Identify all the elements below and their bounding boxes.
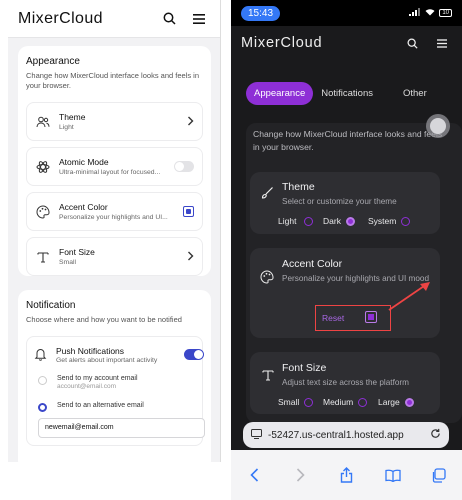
bookmarks-icon[interactable] (383, 465, 403, 485)
bell-icon (34, 347, 47, 366)
status-bar: 15:43 10 (231, 0, 462, 26)
reload-icon[interactable] (430, 426, 441, 444)
notification-desc: Choose where and how you want to be noti… (26, 315, 182, 324)
chevron-right-icon (187, 248, 194, 266)
app-logo[interactable]: MixerCloud (18, 10, 150, 28)
font-size-label: Font Size (59, 247, 95, 257)
text-icon (262, 370, 274, 381)
light-screen: MixerCloud Appearance Change how MixerCl… (8, 0, 221, 462)
header: MixerCloud (8, 0, 220, 38)
font-option-small[interactable]: Small (278, 397, 314, 407)
radio-account-email[interactable]: Send to my account email account@email.co… (38, 375, 138, 390)
theme-option-light[interactable]: Light (278, 216, 314, 226)
font-option-large[interactable]: Large (378, 397, 414, 407)
url-text: -52427.us-central1.hosted.app (268, 429, 404, 441)
font-size-title: Font Size (282, 362, 327, 374)
accent-color-desc: Personalize your highlights and UI... (59, 214, 168, 221)
radio-account-email-label: Send to my account email (57, 375, 138, 382)
forward-icon[interactable] (290, 465, 310, 485)
atomic-mode-toggle[interactable] (174, 161, 194, 172)
reset-button[interactable]: Reset (322, 313, 344, 323)
tabs-icon[interactable] (429, 465, 449, 485)
appearance-title: Appearance (26, 56, 80, 67)
font-size-row[interactable]: Font Size Small (26, 237, 203, 276)
accent-color-swatch[interactable] (183, 206, 194, 217)
tab-notifications[interactable]: Notifications (313, 82, 381, 105)
theme-option-system-label: System (368, 216, 397, 226)
atomic-mode-desc: Ultra-minimal layout for focused... (59, 169, 161, 176)
header: MixerCloud (231, 26, 462, 60)
radio-account-email-value: account@email.com (57, 383, 116, 390)
notification-title: Notification (26, 300, 76, 311)
palette-icon (35, 204, 51, 220)
theme-option-dark[interactable]: Dark (323, 216, 355, 226)
app-logo[interactable]: MixerCloud (241, 35, 392, 51)
appearance-card: Appearance Change how MixerCloud interfa… (18, 46, 211, 276)
url-bar[interactable]: -52427.us-central1.hosted.app (243, 422, 449, 448)
share-icon[interactable] (336, 465, 356, 485)
alt-email-input[interactable]: newemail@email.com (38, 418, 205, 438)
browser-toolbar (231, 450, 462, 500)
theme-option-system[interactable]: System (368, 216, 411, 226)
palette-icon (260, 270, 274, 284)
radio-medium[interactable] (358, 397, 368, 407)
accent-color-label: Accent Color (59, 202, 108, 212)
battery-level: 10 (439, 9, 452, 17)
atomic-mode-label: Atomic Mode (59, 157, 109, 167)
atomic-mode-row: Atomic Mode Ultra-minimal layout for focu… (26, 147, 203, 186)
radio-dark[interactable] (345, 216, 355, 226)
radio-large[interactable] (404, 397, 414, 407)
signal-icon (409, 8, 421, 18)
menu-icon[interactable] (432, 33, 452, 53)
font-option-large-label: Large (378, 397, 400, 407)
accent-color-row: Accent Color Personalize your highlights … (26, 192, 203, 231)
menu-icon[interactable] (188, 8, 210, 30)
people-icon (35, 114, 51, 130)
font-size-value: Small (59, 259, 76, 266)
push-toggle[interactable] (184, 349, 204, 360)
search-icon[interactable] (402, 33, 422, 53)
accent-color-swatch[interactable] (365, 311, 377, 323)
theme-value: Light (59, 124, 74, 131)
tab-appearance[interactable]: Appearance (246, 81, 314, 105)
status-time: 15:43 (241, 5, 281, 21)
font-option-small-label: Small (278, 397, 300, 407)
radio-system[interactable] (401, 216, 411, 226)
theme-sub: Select or customize your theme (282, 197, 397, 206)
radio-alt-email-dot[interactable] (38, 403, 47, 412)
theme-title: Theme (282, 181, 315, 193)
brush-icon (261, 187, 273, 199)
font-option-medium-label: Medium (323, 397, 354, 407)
font-size-sub: Adjust text size across the platform (282, 378, 409, 387)
annotation-arrow-icon (388, 282, 430, 311)
atom-icon (35, 159, 51, 175)
theme-row[interactable]: Theme Light (26, 102, 203, 141)
radio-alt-email-label: Send to an alternative email (57, 402, 144, 409)
radio-light[interactable] (304, 216, 314, 226)
accent-title: Accent Color (282, 258, 343, 270)
tab-other[interactable]: Other (395, 82, 435, 105)
chevron-right-icon (187, 113, 194, 131)
search-icon[interactable] (158, 8, 180, 30)
theme-label: Theme (59, 112, 86, 122)
appearance-desc: Change how MixerCloud interface looks an… (253, 129, 443, 152)
settings-tabs: Appearance Notifications Other (246, 79, 449, 107)
font-option-medium[interactable]: Medium (323, 397, 368, 407)
theme-option-light-label: Light (278, 216, 297, 226)
radio-small[interactable] (304, 397, 314, 407)
radio-alt-email[interactable]: Send to an alternative email (38, 402, 144, 412)
push-sub: Get alerts about important activity (56, 357, 158, 364)
radio-account-email-dot[interactable] (38, 376, 47, 385)
push-title: Push Notifications (56, 346, 125, 356)
theme-option-dark-label: Dark (323, 216, 341, 226)
page-settings-icon[interactable] (251, 426, 262, 444)
appearance-desc: Change how MixerCloud interface looks an… (26, 71, 200, 90)
text-icon (35, 249, 51, 265)
scroll-knob[interactable] (425, 113, 451, 139)
back-icon[interactable] (244, 465, 264, 485)
wifi-icon (425, 8, 435, 18)
